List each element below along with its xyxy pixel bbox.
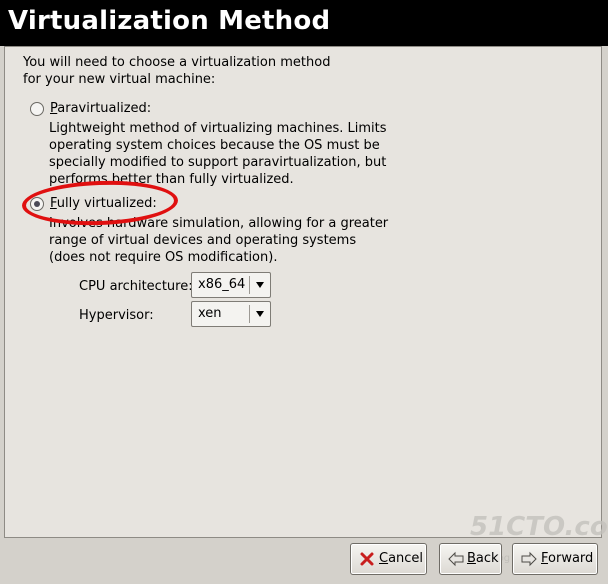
forward-arrow-icon — [521, 551, 537, 567]
cpu-architecture-label: CPU architecture: — [79, 279, 193, 294]
paravirtualized-desc-3: specially modified to support paravirtua… — [49, 155, 387, 170]
cancel-icon — [360, 552, 374, 566]
page-title: Virtualization Method — [8, 6, 331, 36]
back-button[interactable]: Back — [439, 543, 502, 575]
chevron-down-icon — [256, 311, 264, 317]
fully-virtualized-desc-3: (does not require OS modification). — [49, 250, 278, 265]
paravirtualized-label[interactable]: Paravirtualized: — [50, 100, 151, 117]
back-arrow-icon — [448, 551, 464, 567]
paravirtualized-desc-2: operating system choices because the OS … — [49, 138, 380, 153]
intro-line-2: for your new virtual machine: — [23, 72, 216, 87]
paravirtualized-desc-1: Lightweight method of virtualizing machi… — [49, 121, 387, 136]
hypervisor-select[interactable]: xen — [191, 301, 271, 327]
chevron-down-icon — [256, 282, 264, 288]
intro-line-1: You will need to choose a virtualization… — [23, 55, 331, 70]
forward-button-label: Forward — [541, 551, 594, 566]
cpu-architecture-value: x86_64 — [198, 277, 246, 292]
forward-button[interactable]: Forward — [512, 543, 598, 575]
header-bar: Virtualization Method — [0, 0, 608, 46]
hypervisor-value: xen — [198, 306, 222, 321]
paravirtualized-radio[interactable] — [30, 102, 44, 116]
combo-separator — [249, 305, 250, 323]
cancel-button-label: Cancel — [379, 551, 424, 566]
fully-virtualized-desc-2: range of virtual devices and operating s… — [49, 233, 357, 248]
hypervisor-label: Hypervisor: — [79, 308, 154, 323]
back-button-label: Back — [467, 551, 499, 566]
paravirtualized-label-text: aravirtualized: — [57, 101, 152, 116]
cancel-button[interactable]: Cancel — [350, 543, 427, 575]
watermark-logo: 51CTO.com — [470, 512, 608, 542]
cpu-architecture-select[interactable]: x86_64 — [191, 272, 271, 298]
combo-separator — [249, 276, 250, 294]
